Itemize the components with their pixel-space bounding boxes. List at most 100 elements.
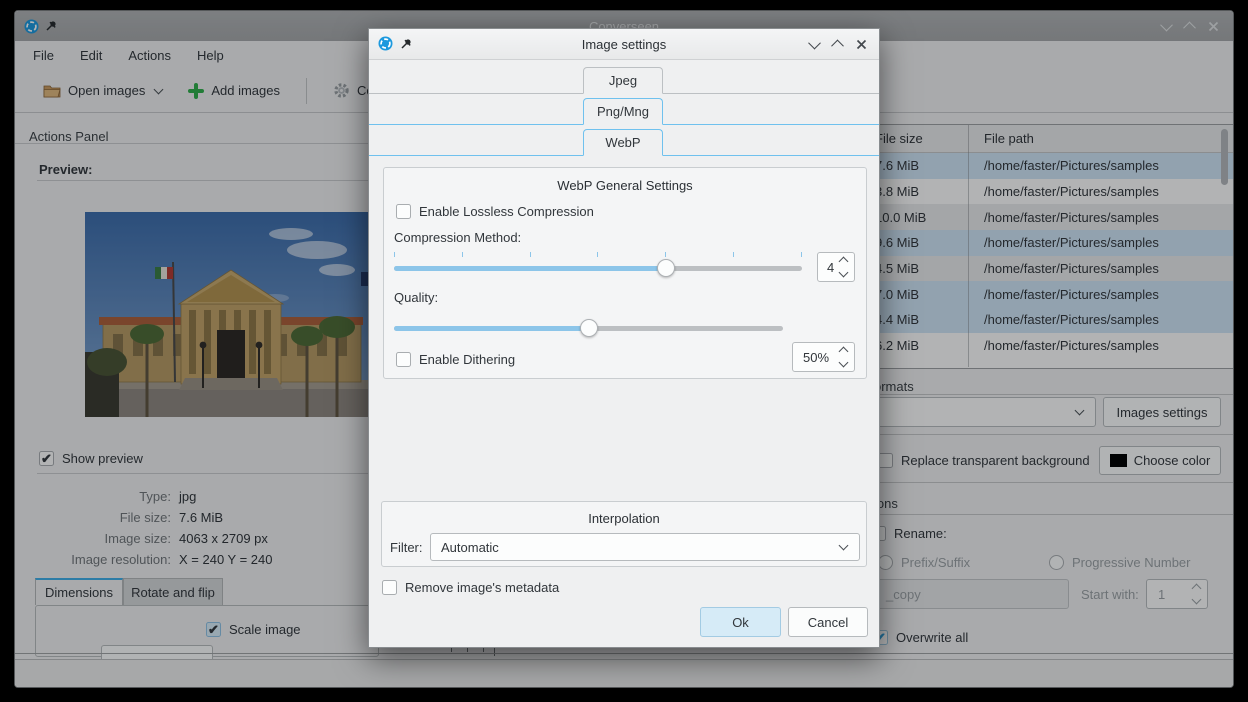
maximize-icon[interactable] bbox=[833, 37, 842, 52]
tick bbox=[494, 647, 495, 656]
close-icon[interactable] bbox=[856, 39, 867, 50]
minimize-icon[interactable] bbox=[810, 37, 819, 52]
folder-open-icon bbox=[43, 83, 61, 99]
divider bbox=[866, 514, 1234, 515]
menu-file[interactable]: File bbox=[33, 48, 54, 63]
tab-row-pngmng: Png/Mng bbox=[369, 94, 879, 125]
open-images-button[interactable]: Open images bbox=[37, 78, 168, 104]
radio-icon bbox=[878, 555, 893, 570]
spin-down-icon[interactable] bbox=[839, 358, 849, 368]
info-file-size: File size:7.6 MiB bbox=[25, 510, 355, 525]
dithering-label: Enable Dithering bbox=[419, 352, 515, 367]
column-separator bbox=[968, 125, 969, 367]
compression-slider-fill bbox=[394, 266, 666, 271]
compression-method-slider[interactable] bbox=[394, 258, 802, 278]
table-row[interactable]: 9.6 MiB/home/faster/Pictures/samples bbox=[867, 230, 1234, 256]
start-with-spinbox[interactable]: 1 bbox=[1146, 579, 1208, 609]
quality-spinbox[interactable]: 50% bbox=[792, 342, 855, 372]
divider bbox=[866, 434, 1234, 435]
divider bbox=[15, 653, 1233, 654]
table-scrollbar[interactable] bbox=[1221, 129, 1228, 185]
tab-webp[interactable]: WebP bbox=[583, 129, 663, 156]
file-table-rows: 7.6 MiB/home/faster/Pictures/samples3.8 … bbox=[867, 153, 1234, 359]
divider bbox=[37, 180, 369, 181]
spin-down-icon[interactable] bbox=[1192, 595, 1202, 605]
images-settings-button[interactable]: Images settings bbox=[1103, 397, 1221, 427]
format-combobox[interactable] bbox=[845, 397, 1096, 427]
info-image-size: Image size:4063 x 2709 px bbox=[25, 531, 355, 546]
radio-icon bbox=[1049, 555, 1064, 570]
choose-color-button[interactable]: Choose color bbox=[1099, 446, 1221, 475]
remove-metadata-label: Remove image's metadata bbox=[405, 580, 559, 595]
quality-slider[interactable] bbox=[394, 318, 783, 338]
replace-background-checkbox[interactable]: ✔ Replace transparent background bbox=[878, 453, 1090, 468]
dialog-titlebar: Image settings bbox=[369, 29, 879, 60]
chevron-down-icon bbox=[839, 541, 849, 551]
replace-background-label: Replace transparent background bbox=[901, 453, 1090, 468]
tab-rotate-and-flip[interactable]: Rotate and flip bbox=[123, 578, 223, 605]
rename-checkbox[interactable]: ✔ Rename: bbox=[871, 526, 947, 541]
rename-label: Rename: bbox=[894, 526, 947, 541]
add-images-label: Add images bbox=[211, 83, 280, 98]
compression-method-spinbox[interactable]: 4 bbox=[817, 252, 855, 282]
start-with-label: Start with: bbox=[1081, 587, 1139, 602]
interpolation-groupbox: Interpolation Filter: Automatic bbox=[381, 501, 867, 567]
table-row[interactable]: 7.6 MiB/home/faster/Pictures/samples bbox=[867, 153, 1234, 179]
ok-button[interactable]: Ok bbox=[700, 607, 781, 637]
lossless-compression-checkbox[interactable]: ✔ Enable Lossless Compression bbox=[396, 204, 594, 219]
tab-row-jpeg: Jpeg bbox=[369, 63, 879, 94]
add-images-button[interactable]: Add images bbox=[182, 78, 286, 104]
table-row[interactable]: 10.0 MiB/home/faster/Pictures/samples bbox=[867, 204, 1234, 230]
spin-up-icon[interactable] bbox=[839, 257, 849, 267]
show-preview-label: Show preview bbox=[62, 451, 143, 466]
info-type: Type:jpg bbox=[25, 489, 355, 504]
add-plus-icon bbox=[188, 83, 204, 99]
interpolation-group-title: Interpolation bbox=[382, 511, 866, 526]
table-row[interactable]: 7.0 MiB/home/faster/Pictures/samples bbox=[867, 281, 1234, 307]
statusbar bbox=[15, 659, 1233, 688]
overwrite-all-checkbox[interactable]: ✔ Overwrite all bbox=[873, 630, 968, 645]
tab-dimensions[interactable]: Dimensions bbox=[35, 578, 123, 605]
filter-value: Automatic bbox=[441, 540, 499, 555]
toolbar-separator bbox=[306, 78, 307, 104]
spin-up-icon[interactable] bbox=[839, 347, 849, 357]
minimize-icon[interactable] bbox=[1162, 19, 1171, 34]
remove-metadata-checkbox[interactable]: ✔ Remove image's metadata bbox=[382, 580, 559, 595]
dialog-title: Image settings bbox=[369, 37, 879, 52]
scale-image-checkbox[interactable]: ✔ Scale image bbox=[206, 622, 301, 637]
tab-png-mng[interactable]: Png/Mng bbox=[583, 98, 663, 125]
progressive-number-radio[interactable]: Progressive Number bbox=[1049, 555, 1191, 570]
scale-image-label: Scale image bbox=[229, 622, 301, 637]
divider bbox=[37, 473, 369, 474]
file-table: File size File path 7.6 MiB/home/faster/… bbox=[866, 124, 1234, 369]
divider bbox=[15, 143, 369, 144]
close-icon[interactable] bbox=[1208, 21, 1219, 32]
tab-jpeg[interactable]: Jpeg bbox=[583, 67, 663, 94]
compression-slider-handle[interactable] bbox=[657, 259, 675, 277]
slider-ticks bbox=[394, 252, 802, 257]
table-header[interactable]: File size File path bbox=[867, 125, 1234, 153]
chevron-down-icon bbox=[154, 84, 164, 94]
menu-edit[interactable]: Edit bbox=[80, 48, 102, 63]
prefix-suffix-radio[interactable]: Prefix/Suffix bbox=[878, 555, 970, 570]
spin-down-icon[interactable] bbox=[839, 268, 849, 278]
filter-combobox[interactable]: Automatic bbox=[430, 533, 860, 561]
column-file-size[interactable]: File size bbox=[867, 131, 972, 146]
compression-method-label: Compression Method: bbox=[394, 230, 521, 245]
table-row[interactable]: 6.2 MiB/home/faster/Pictures/samples bbox=[867, 333, 1234, 359]
menu-help[interactable]: Help bbox=[197, 48, 224, 63]
cancel-button[interactable]: Cancel bbox=[788, 607, 868, 637]
dithering-checkbox[interactable]: ✔ Enable Dithering bbox=[396, 352, 515, 367]
quality-slider-handle[interactable] bbox=[580, 319, 598, 337]
column-file-path[interactable]: File path bbox=[972, 131, 1034, 146]
spin-up-icon[interactable] bbox=[1192, 584, 1202, 594]
image-settings-dialog: Image settings Jpeg Png/Mng WebP WebP Ge… bbox=[368, 28, 880, 648]
table-row[interactable]: 4.4 MiB/home/faster/Pictures/samples bbox=[867, 307, 1234, 333]
menu-actions[interactable]: Actions bbox=[128, 48, 171, 63]
table-row[interactable]: 3.8 MiB/home/faster/Pictures/samples bbox=[867, 179, 1234, 205]
show-preview-checkbox[interactable]: ✔ Show preview bbox=[39, 451, 143, 466]
tab-row-webp: WebP bbox=[369, 125, 879, 156]
divider bbox=[866, 482, 1234, 483]
maximize-icon[interactable] bbox=[1185, 19, 1194, 34]
table-row[interactable]: 4.5 MiB/home/faster/Pictures/samples bbox=[867, 256, 1234, 282]
